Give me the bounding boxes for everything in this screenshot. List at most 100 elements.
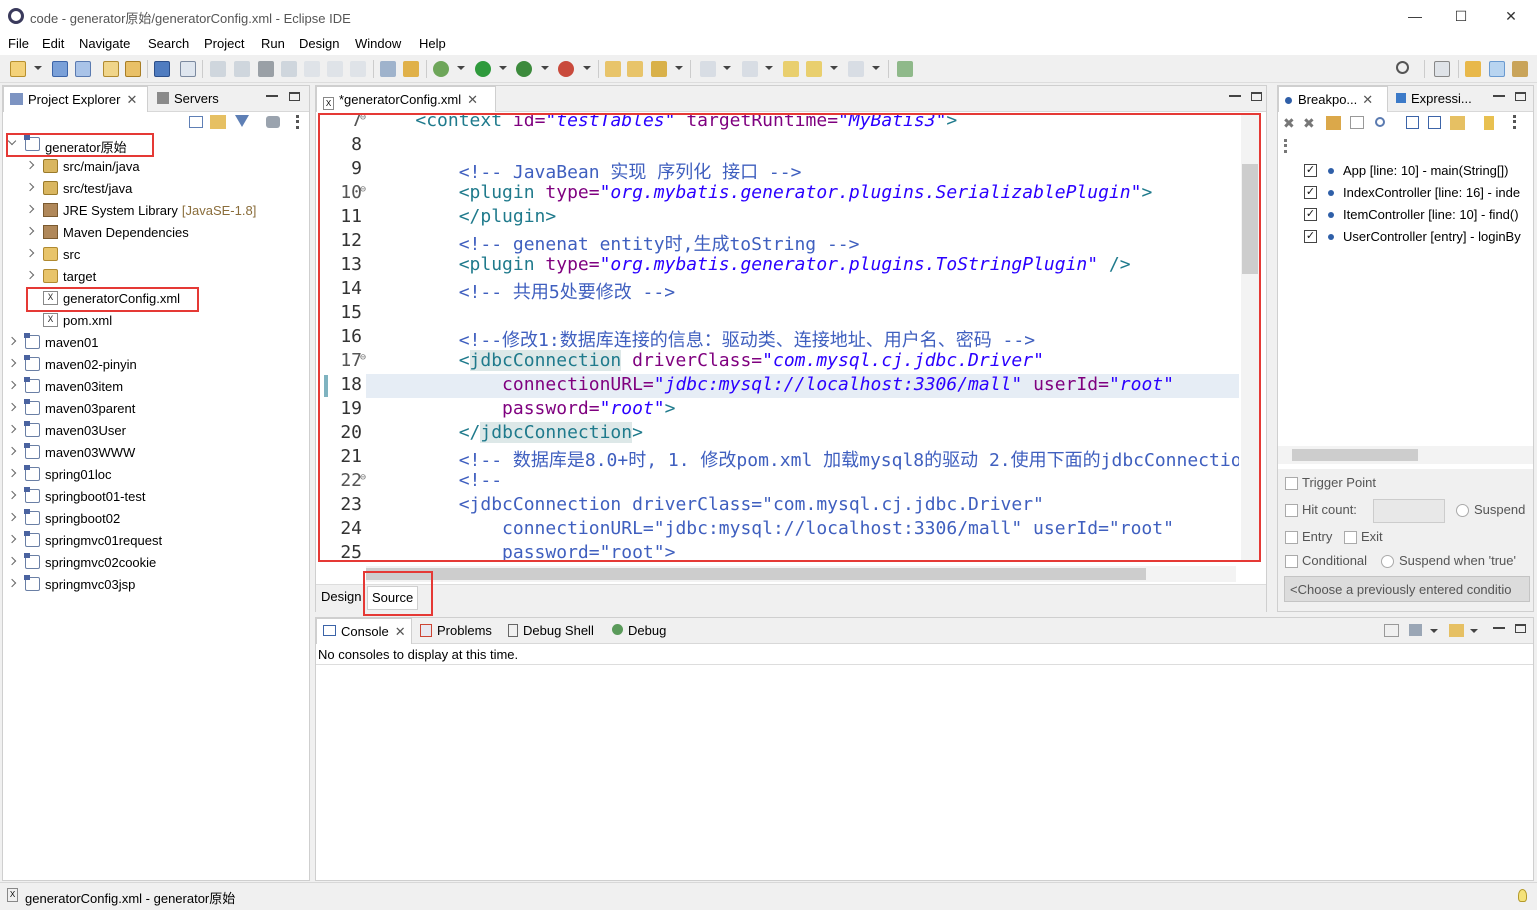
tree-item[interactable]: Xpom.xml	[3, 310, 303, 332]
close-icon[interactable]: ✕	[395, 624, 406, 639]
suspend-icon[interactable]	[234, 61, 250, 77]
chevron-right-icon[interactable]	[7, 424, 17, 434]
tab-breakpoints[interactable]: Breakpo... ✕	[1278, 86, 1388, 112]
chevron-right-icon[interactable]	[7, 468, 17, 478]
view-menu-icon[interactable]	[1513, 115, 1516, 129]
next-annotation-dropdown-icon[interactable]	[723, 66, 731, 70]
java-ee-perspective-icon[interactable]	[1512, 61, 1528, 77]
new-java-project-icon[interactable]	[605, 61, 621, 77]
tab-generatorconfig[interactable]: X *generatorConfig.xml ✕	[316, 86, 496, 112]
new-class-dropdown-icon[interactable]	[675, 66, 683, 70]
chevron-right-icon[interactable]	[25, 182, 35, 192]
tree-item[interactable]: springmvc03jsp	[3, 574, 303, 596]
condition-combo[interactable]: <Choose a previously entered conditio	[1284, 576, 1530, 602]
menu-run[interactable]: Run	[261, 36, 285, 51]
java-perspective-icon[interactable]	[1465, 61, 1481, 77]
previous-annotation-dropdown-icon[interactable]	[765, 66, 773, 70]
show-supported-breakpoints-icon[interactable]	[1326, 116, 1341, 130]
chevron-right-icon[interactable]	[7, 490, 17, 500]
chevron-right-icon[interactable]	[7, 446, 17, 456]
menu-window[interactable]: Window	[355, 36, 401, 51]
hit-count-checkbox[interactable]	[1285, 504, 1298, 517]
new-dropdown-icon[interactable]	[34, 66, 42, 70]
remove-breakpoint-icon[interactable]: ✖	[1283, 115, 1295, 132]
run-config-icon[interactable]	[403, 61, 419, 77]
chevron-right-icon[interactable]	[25, 248, 35, 258]
tab-project-explorer[interactable]: Project Explorer ✕	[3, 86, 148, 112]
menu-file[interactable]: File	[8, 36, 29, 51]
remove-all-breakpoints-icon[interactable]: ✖	[1303, 115, 1315, 132]
tree-item[interactable]: springboot01-test	[3, 486, 303, 508]
menu-project[interactable]: Project	[204, 36, 244, 51]
chevron-right-icon[interactable]	[7, 512, 17, 522]
suspend-when-true-radio[interactable]	[1381, 555, 1394, 568]
skip-all-breakpoints-icon[interactable]	[1375, 117, 1385, 127]
display-console-icon[interactable]	[1409, 624, 1422, 636]
tree-item[interactable]: Maven Dependencies	[3, 222, 303, 244]
tree-item[interactable]: JRE System Library [JavaSE-1.8]	[3, 200, 303, 222]
menu-search[interactable]: Search	[148, 36, 189, 51]
maximize-icon[interactable]	[1515, 624, 1526, 633]
tab-design[interactable]: Design	[321, 589, 361, 604]
skip-breakpoints-icon[interactable]	[180, 61, 196, 77]
maximize-icon[interactable]	[289, 92, 300, 101]
coverage-dropdown-icon[interactable]	[541, 66, 549, 70]
search-icon[interactable]	[1396, 61, 1409, 74]
back-dropdown-icon[interactable]	[830, 66, 838, 70]
run-icon[interactable]	[475, 61, 491, 77]
chevron-right-icon[interactable]	[7, 336, 17, 346]
new-package-icon[interactable]	[627, 61, 643, 77]
breakpoint-item[interactable]: ✓ IndexController [line: 16] - inde	[1278, 182, 1533, 204]
tree-item[interactable]: maven02-pinyin	[3, 354, 303, 376]
drag-handle-icon[interactable]	[1284, 139, 1287, 153]
open-perspective-icon[interactable]	[1434, 61, 1450, 77]
chevron-right-icon[interactable]	[7, 380, 17, 390]
tree-item[interactable]: src	[3, 244, 303, 266]
step-return-icon[interactable]	[350, 61, 366, 77]
tab-debug[interactable]: Debug	[606, 618, 672, 644]
minimize-icon[interactable]	[1229, 95, 1241, 97]
run-dropdown-icon[interactable]	[499, 66, 507, 70]
maximize-button[interactable]: ☐	[1441, 4, 1481, 28]
tree-item[interactable]: springboot02	[3, 508, 303, 530]
breakpoint-item[interactable]: ✓ UserController [entry] - loginBy	[1278, 226, 1533, 248]
view-menu-icon[interactable]	[296, 115, 299, 129]
tree-item[interactable]: springmvc01request	[3, 530, 303, 552]
chevron-right-icon[interactable]	[7, 534, 17, 544]
hit-count-input[interactable]	[1373, 499, 1445, 523]
forward-dropdown-icon[interactable]	[872, 66, 880, 70]
minimize-icon[interactable]	[1493, 627, 1505, 629]
previous-annotation-icon[interactable]	[742, 61, 758, 77]
chevron-right-icon[interactable]	[7, 402, 17, 412]
close-icon[interactable]: ✕	[467, 92, 478, 107]
terminal-icon[interactable]	[154, 61, 170, 77]
back-icon[interactable]	[806, 61, 822, 77]
chevron-right-icon[interactable]	[25, 270, 35, 280]
open-console-icon[interactable]	[1449, 624, 1464, 637]
horizontal-scrollbar[interactable]	[366, 566, 1236, 582]
link-with-debug-view-icon[interactable]	[1450, 116, 1465, 130]
forward-icon[interactable]	[848, 61, 864, 77]
tab-problems[interactable]: Problems	[414, 618, 498, 644]
close-button[interactable]: ✕	[1491, 4, 1531, 28]
save-icon[interactable]	[52, 61, 68, 77]
chevron-right-icon[interactable]	[7, 358, 17, 368]
horizontal-scrollbar-thumb[interactable]	[1292, 449, 1418, 461]
debug-perspective-icon[interactable]	[1489, 61, 1505, 77]
disconnect-icon[interactable]	[281, 61, 297, 77]
breakpoint-checkbox[interactable]: ✓	[1304, 164, 1317, 177]
close-icon[interactable]: ✕	[126, 92, 137, 107]
tree-item[interactable]: springmvc02cookie	[3, 552, 303, 574]
breakpoint-item[interactable]: ✓ ItemController [line: 10] - find()	[1278, 204, 1533, 226]
tree-item[interactable]: maven03User	[3, 420, 303, 442]
collapse-all-icon[interactable]	[189, 116, 203, 128]
expand-all-icon[interactable]	[1406, 116, 1419, 129]
suspend-radio[interactable]	[1456, 504, 1469, 517]
open-console-dropdown-icon[interactable]	[1470, 629, 1478, 633]
step-into-icon[interactable]	[304, 61, 320, 77]
maximize-icon[interactable]	[1251, 92, 1262, 101]
maximize-icon[interactable]	[1515, 92, 1526, 101]
step-over-icon[interactable]	[327, 61, 343, 77]
breakpoints-horizontal-scrollbar[interactable]	[1278, 446, 1533, 464]
breakpoint-checkbox[interactable]: ✓	[1304, 186, 1317, 199]
